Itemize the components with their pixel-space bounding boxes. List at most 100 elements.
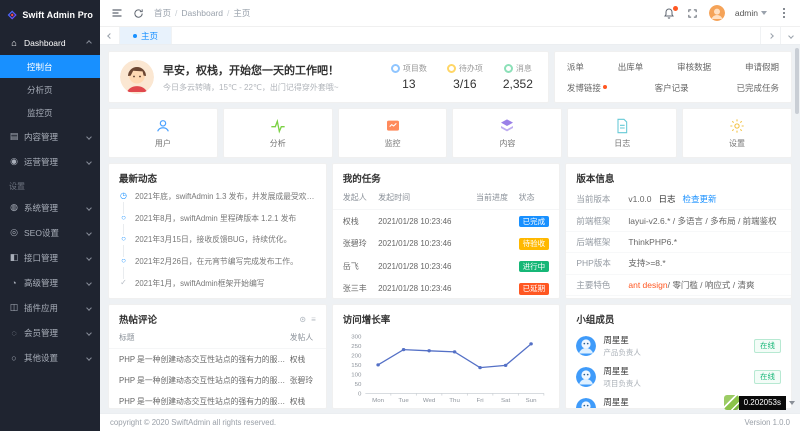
collapse-menu-icon[interactable] [110,7,123,20]
sidebar-item[interactable]: ⌂Dashboard [0,30,100,55]
shortcut-card-监控[interactable]: 监控 [338,108,448,158]
member-icon: ◌ [9,328,19,338]
svg-text:Sun: Sun [525,398,536,404]
task-time: 2021/01/28 10:23:46 [378,210,476,233]
breadcrumb-item[interactable]: 主页 [233,7,250,19]
shortcut-label: 内容 [499,138,515,149]
my-tasks-card: 我的任务 发起人发起时间当前进度状态 权栈2021/01/28 10:23:46… [332,163,561,299]
version-row-value: v1.0.0 [628,194,651,204]
sidebar-item[interactable]: ◔高级管理 [0,270,100,295]
refresh-icon[interactable] [132,7,145,20]
advanced-icon: ◔ [9,278,19,288]
card-menu-icon[interactable]: ≡ [311,315,316,324]
status-badge: 待验收 [519,238,550,250]
quick-link[interactable]: 出库单 [618,61,644,73]
version-link[interactable]: 检查更新 [683,193,717,205]
shortcut-card-内容[interactable]: 内容 [452,108,562,158]
tabs-menu[interactable] [780,27,800,44]
quick-link[interactable]: 客户记录 [655,82,689,94]
sidebar-item[interactable]: ◫插件应用 [0,295,100,320]
svg-text:300: 300 [351,334,362,340]
timeline-text: 2021年底，swiftAdmin 1.3 发布，并发展成最受欢迎的极速开发框架… [135,192,316,202]
task-col-header: 发起时间 [378,189,476,210]
chevron-down-icon [86,205,92,211]
user-avatar[interactable] [709,5,725,21]
hot-col-author: 发帖人 [290,330,326,349]
version-row-label: PHP版本 [576,257,628,269]
tab-home[interactable]: 主页 [120,27,172,44]
stat: 项目数13 [391,63,427,91]
shortcut-card-分析[interactable]: 分析 [223,108,333,158]
user-menu[interactable]: admin [735,8,767,18]
sidebar-menu-settings: ◍系统管理◎SEO设置◧接口管理◔高级管理◫插件应用 ◌ 会员管理 ○其他设置 [0,195,100,370]
fullscreen-icon[interactable] [686,7,699,20]
scrollbar-thumb[interactable] [795,48,799,114]
notification-bell-icon[interactable] [663,7,676,20]
chevron-down-icon [86,134,92,140]
task-owner: 张碧玲 [333,233,378,256]
other-icon: ○ [9,353,19,363]
sidebar-item[interactable]: ◎SEO设置 [0,220,100,245]
shortcut-row: 用户分析监控内容 日志设置 [108,108,792,158]
timeline-item: ○2021年2月26日，在元宵节编写完成发布工作。 [119,257,316,279]
stat-icon [504,64,513,73]
sidebar-subitem[interactable]: 监控页 [0,101,100,124]
member-status-badge: 在线 [754,339,781,353]
member-status-badge: 在线 [754,370,781,384]
sidebar-subitem[interactable]: 控制台 [0,55,100,78]
hot-col-title: 标题 [109,330,290,349]
quick-link[interactable]: 发博链接 [567,82,607,94]
sidebar-item[interactable]: ◌ 会员管理 [0,320,100,345]
member-row: 周星星产品负责人在线 [566,330,791,361]
sidebar-item[interactable]: ▤内容管理 [0,124,100,149]
analysis-icon [270,118,286,134]
shortcut-card-设置[interactable]: 设置 [682,108,792,158]
version-row-value: ThinkPHP6.* [628,237,677,247]
quick-link[interactable]: 申请假期 [745,61,779,73]
svg-text:Tue: Tue [398,398,409,404]
tabs-scroll-left[interactable] [100,27,120,44]
sidebar-item[interactable]: ○其他设置 [0,345,100,370]
main-area: 首页/Dashboard/主页 admin [100,0,800,431]
version-link[interactable]: 日志 [659,193,676,205]
comment-row[interactable]: PHP 是一种创建动态交互性站点的强有力的服务器端脚本语言张碧玲 [109,370,326,391]
shortcut-card-用户[interactable]: 用户 [108,108,218,158]
sidebar-item[interactable]: ◧接口管理 [0,245,100,270]
sidebar-item-label: 内容管理 [24,131,58,143]
more-settings-icon[interactable] [777,7,790,20]
debug-trace-badge[interactable]: 0.202053s [724,395,795,410]
quick-links-card: 派单 出库单 审核数据 申请假期发博链接 客户记录 已完成任务 [554,51,792,103]
quick-link[interactable]: 审核数据 [677,61,711,73]
comment-row[interactable]: PHP 是一种创建动态交互性站点的强有力的服务器端脚本语言权栈 [109,349,326,371]
sidebar-item[interactable]: ◍系统管理 [0,195,100,220]
breadcrumb-item[interactable]: Dashboard [181,8,223,18]
member-name: 周星星 [603,396,641,408]
sidebar-item-label: 会员管理 [24,327,58,339]
svg-text:Mon: Mon [372,398,384,404]
greeting-text: 早安，权栈，开始您一天的工作吧！ 今日多云转晴，15℃ - 22℃，出门记得穿外… [163,62,339,93]
member-name: 周星星 [603,334,641,346]
sidebar-item[interactable]: ◉运营管理 [0,149,100,174]
card-gear-icon[interactable]: ⊙ [299,315,306,324]
home-icon: ⌂ [9,38,19,48]
version-row-value: layui-v2.6.* / 多语言 / 多布局 / 前端鉴权 [628,215,776,227]
comment-row[interactable]: PHP 是一种创建动态交互性站点的强有力的服务器端脚本语言权栈 [109,391,326,409]
gear-icon [729,118,745,134]
quick-link[interactable]: 派单 [567,61,584,73]
stat-value: 13 [391,77,427,91]
shortcut-card-日志[interactable]: 日志 [567,108,677,158]
greeting-card: 早安，权栈，开始您一天的工作吧！ 今日多云转晴，15℃ - 22℃，出门记得穿外… [108,51,549,103]
sidebar-subitem[interactable]: 分析页 [0,78,100,101]
shortcut-label: 设置 [729,138,745,149]
version-info-card: 版本信息 当前版本v1.0.0日志检查更新前端框架layui-v2.6.* / … [565,163,792,299]
comment-title: PHP 是一种创建动态交互性站点的强有力的服务器端脚本语言 [109,349,290,371]
quick-link[interactable]: 已完成任务 [736,82,779,94]
comment-author: 张碧玲 [290,370,326,391]
task-row: 张碧玲2021/01/28 10:23:46待验收 [333,233,560,256]
greeting-title: 早安，权栈，开始您一天的工作吧！ [163,62,339,78]
breadcrumb-item[interactable]: 首页 [154,7,171,19]
member-role: 产品负责人 [603,409,641,410]
chevron-down-icon [86,305,92,311]
app-logo[interactable]: Swift Admin Pro [0,0,100,30]
tabs-scroll-right[interactable] [760,27,780,44]
